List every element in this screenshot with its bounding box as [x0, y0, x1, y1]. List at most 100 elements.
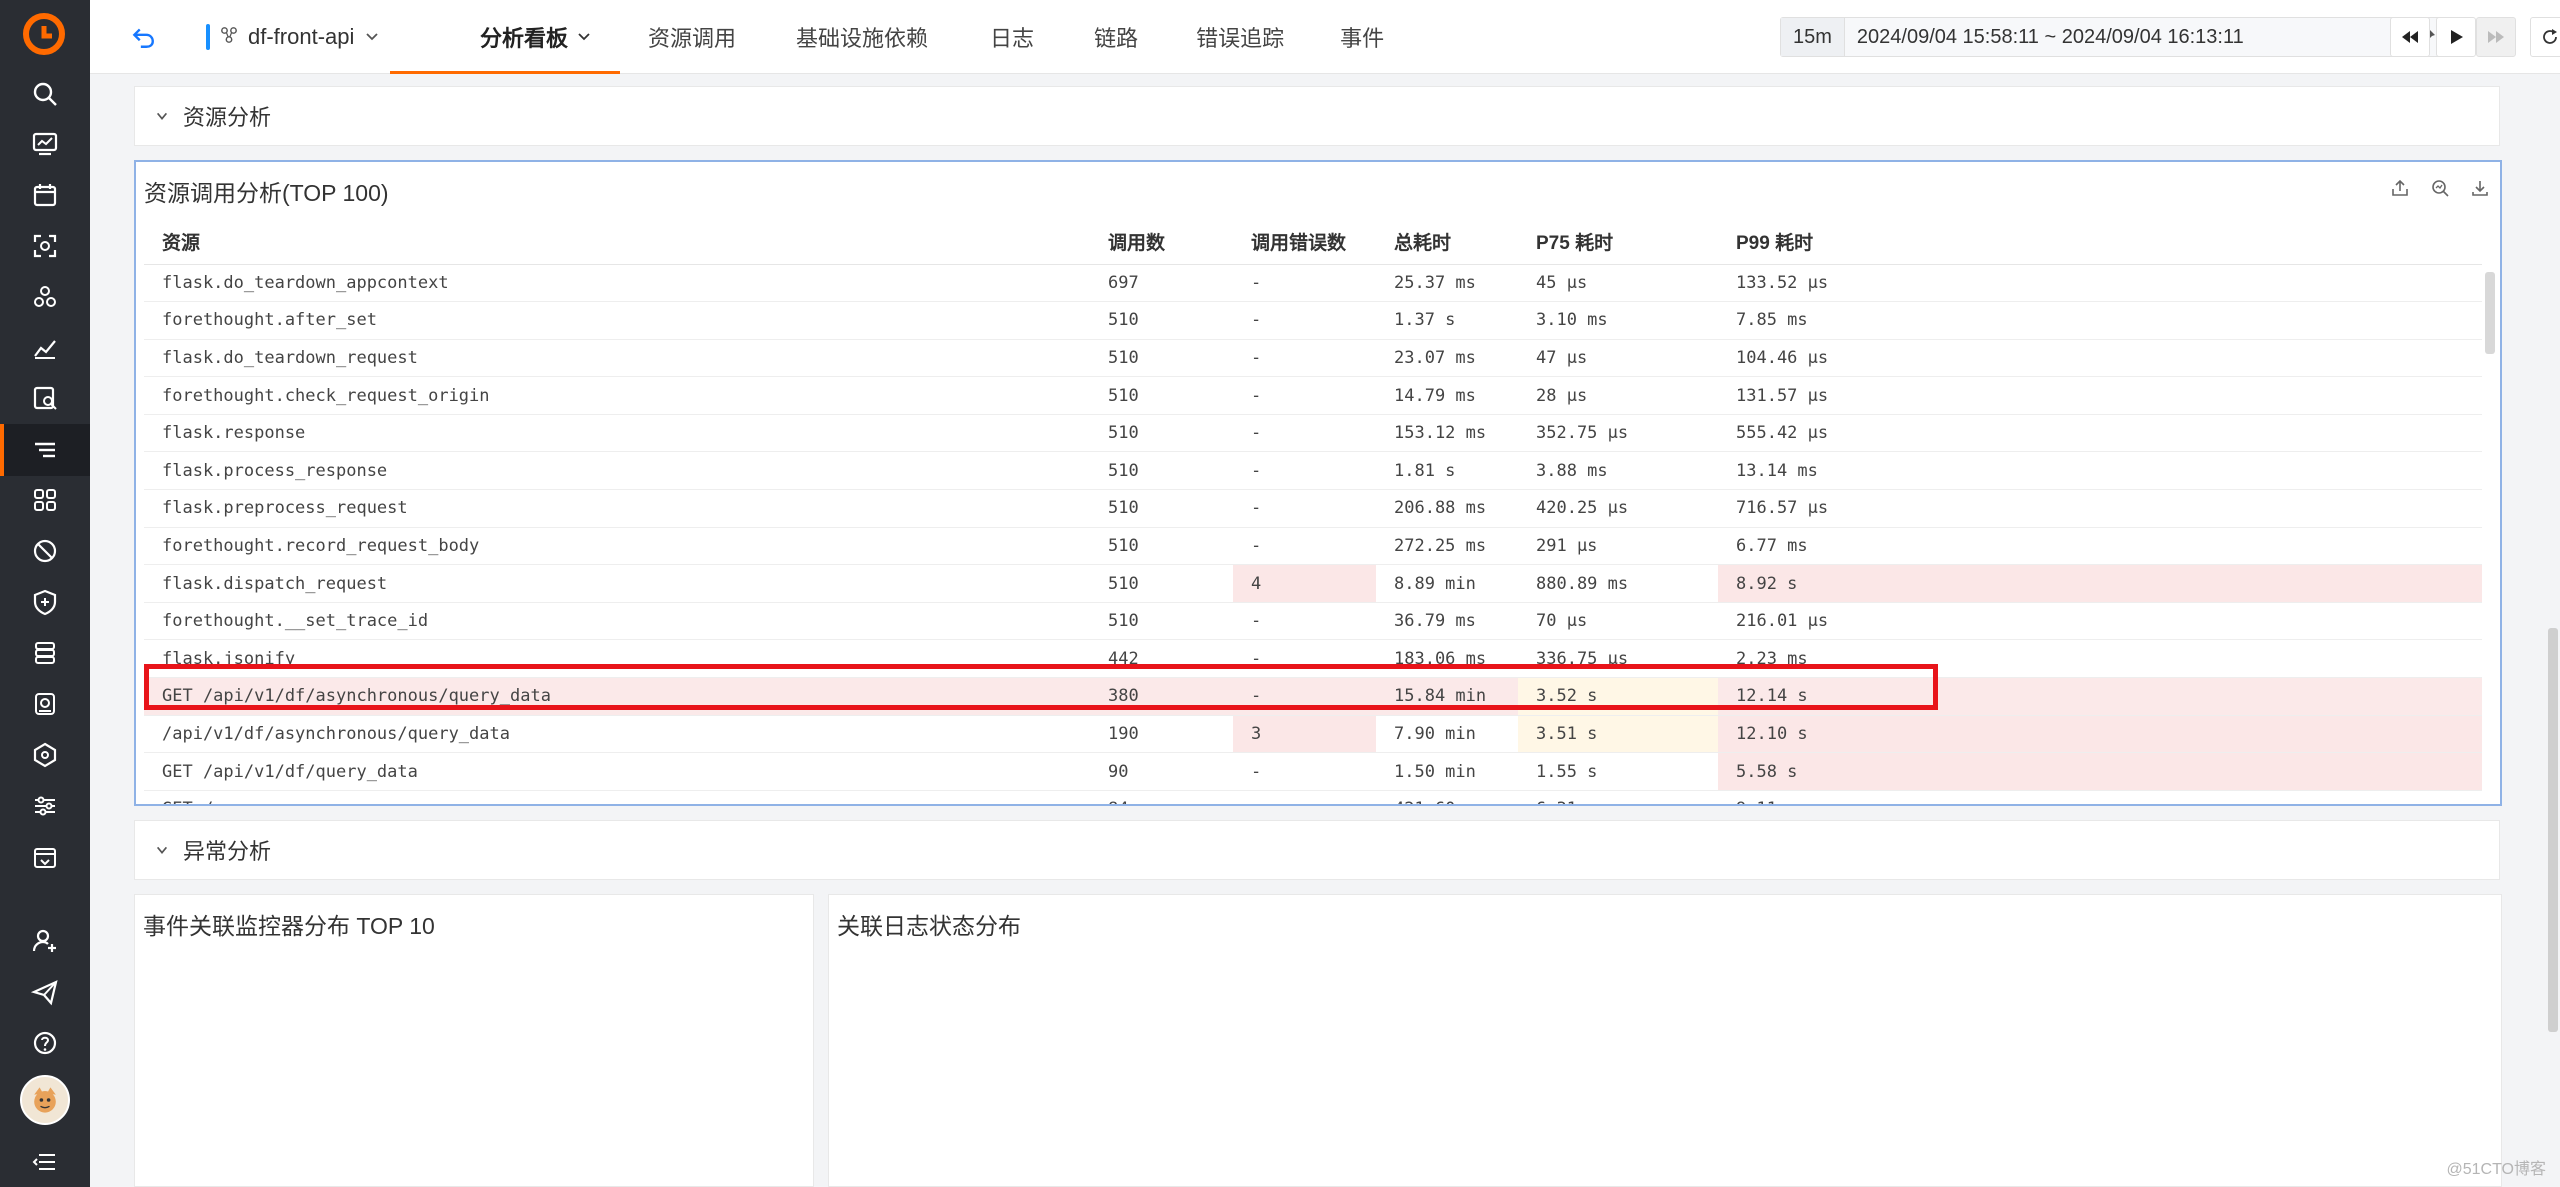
hexagon-icon[interactable] [25, 735, 65, 775]
cell-p75: 336.75 μs [1518, 639, 1718, 679]
calendar-icon[interactable] [25, 175, 65, 215]
column-header-resource[interactable]: 资源 [144, 220, 1090, 265]
tab-analysis-dashboard[interactable]: 分析看板 [390, 0, 621, 74]
tab-traces[interactable]: 链路 [1064, 0, 1168, 74]
cell-total: 153.12 ms [1376, 414, 1518, 453]
settings-sliders-icon[interactable] [25, 786, 65, 826]
cell-p75: 1.55 s [1518, 752, 1718, 791]
tab-logs[interactable]: 日志 [960, 0, 1064, 74]
table-row[interactable]: flask.jsonify 442-183.06 ms 336.75 μs 2.23 … [144, 639, 2482, 679]
column-header-total-duration[interactable]: 总耗时 [1376, 220, 1518, 265]
time-quick-tag[interactable]: 15m [1781, 18, 1845, 56]
send-icon[interactable] [25, 972, 65, 1012]
tab-label: 链路 [1094, 26, 1139, 51]
table-row[interactable]: forethought.__set_trace_id 510-36.79 ms 70… [144, 602, 2482, 641]
apm-icon[interactable] [25, 430, 65, 470]
database-icon[interactable] [25, 633, 65, 673]
play-button[interactable] [2436, 17, 2476, 57]
cell-p99: 133.52 μs [1718, 264, 2482, 303]
infra-icon[interactable] [25, 277, 65, 317]
table-row[interactable]: flask.process_response 510-1.81 s 3.88 ms 1… [144, 451, 2482, 491]
cell-resource: forethought.check_request_origin [144, 376, 1090, 415]
security-icon[interactable] [25, 531, 65, 571]
cell-p75: 45 μs [1518, 264, 1718, 303]
table-row[interactable]: forethought.check_request_origin 510-14.7… [144, 376, 2482, 415]
event-monitor-distribution-panel: 事件关联监控器分布 TOP 10 [134, 894, 814, 1187]
section-title: 异常分析 [183, 839, 272, 864]
resource-table: 资源 调用数 调用错误数 总耗时 P75 耗时 P99 耗时 flask.do_… [144, 220, 2482, 804]
cell-p99: 7.85 ms [1718, 301, 2482, 340]
table-row[interactable]: GET /84-421.60 ms6.31 ms9.11 ms [144, 790, 2482, 804]
cell-errors: - [1233, 414, 1376, 453]
log-status-distribution-panel: 关联日志状态分布 [828, 894, 2502, 1187]
cell-errors: - [1233, 602, 1376, 641]
user-add-icon[interactable] [25, 921, 65, 961]
column-header-calls[interactable]: 调用数 [1090, 220, 1233, 265]
cell-errors: - [1233, 339, 1376, 378]
table-row[interactable]: forethought.after_set 510-1.37 s 3.10 ms 7.… [144, 301, 2482, 340]
cell-p99: 555.42 μs [1718, 414, 2482, 453]
tab-resource-calls[interactable]: 资源调用 [620, 0, 764, 74]
monitor-icon[interactable] [25, 684, 65, 724]
table-row[interactable]: flask.do_teardown_request 510-23.07 ms 47 … [144, 339, 2482, 378]
cell-p99: 5.58 s [1718, 752, 2482, 791]
avatar[interactable] [20, 1075, 70, 1125]
table-row[interactable]: GET /api/v1/df/query_data 90-1.50 min 1.55… [144, 752, 2482, 791]
time-range-picker[interactable]: 15m 2024/09/04 15:58:11 ~ 2024/09/04 16:… [1780, 17, 2448, 57]
scan-icon[interactable] [25, 226, 65, 266]
search-icon[interactable] [25, 74, 65, 114]
metrics-icon[interactable] [25, 328, 65, 368]
cell-p75: 3.10 ms [1518, 301, 1718, 340]
cell-resource: flask.do_teardown_request [144, 339, 1090, 378]
menu-collapse-icon[interactable] [25, 1142, 65, 1182]
table-row[interactable]: flask.do_teardown_appcontext 697-25.37 ms… [144, 264, 2482, 303]
chevron-down-icon [576, 24, 592, 50]
cell-errors: 4 [1233, 564, 1376, 603]
page-scrollbar[interactable] [2548, 628, 2558, 1032]
tab-infra-dependency[interactable]: 基础设施依赖 [764, 0, 960, 74]
cell-total: 421.60 ms [1376, 790, 1518, 804]
apps-icon[interactable] [25, 480, 65, 520]
section-anomaly-analysis[interactable]: 异常分析 [134, 820, 2500, 880]
cell-total: 206.88 ms [1376, 489, 1518, 528]
column-header-errors[interactable]: 调用错误数 [1233, 220, 1376, 265]
table-row-highlighted[interactable]: GET /api/v1/df/asynchronous/query_data 38… [144, 677, 2482, 716]
column-header-p75[interactable]: P75 耗时 [1518, 220, 1718, 265]
panel-title: 事件关联监控器分布 TOP 10 [143, 913, 435, 939]
column-header-p99[interactable]: P99 耗时 [1718, 220, 2482, 265]
table-row[interactable]: flask.dispatch_request 510 4 8.89 min 880.89… [144, 564, 2482, 603]
cell-total: 272.25 ms [1376, 527, 1518, 566]
service-selector[interactable]: df-front-api [206, 18, 380, 56]
shield-icon[interactable] [25, 582, 65, 622]
help-icon[interactable] [25, 1023, 65, 1063]
dashboard-icon[interactable] [25, 124, 65, 164]
tab-events[interactable]: 事件 [1312, 0, 1412, 74]
time-range-text[interactable]: 2024/09/04 15:58:11 ~ 2024/09/04 16:13:1… [1845, 26, 2256, 49]
log-search-icon[interactable] [25, 378, 65, 418]
cell-p75: 3.51 s [1518, 715, 1718, 754]
export-icon[interactable] [25, 837, 65, 877]
cell-calls: 510 [1090, 376, 1233, 415]
section-resource-analysis[interactable]: 资源分析 [134, 86, 2500, 146]
table-scrollbar-thumb[interactable] [2485, 272, 2495, 354]
cell-p99: 216.01 μs [1718, 602, 2482, 641]
table-row[interactable]: flask.preprocess_request 510-206.88 ms 420… [144, 489, 2482, 528]
main-tabs: 分析看板 资源调用 基础设施依赖 日志 链路 错误追踪 事件 [390, 0, 1412, 74]
chevron-down-icon [156, 846, 168, 854]
table-row[interactable]: flask.response 510-153.12 ms 352.75 μs 555.… [144, 414, 2482, 453]
service-name: df-front-api [248, 24, 355, 49]
cell-p99: 12.10 s [1718, 715, 2482, 754]
cell-calls: 510 [1090, 602, 1233, 641]
refresh-button[interactable] [2530, 17, 2560, 57]
fast-forward-button[interactable] [2476, 17, 2516, 57]
table-row[interactable]: /api/v1/df/asynchronous/query_data 190 3 7.… [144, 715, 2482, 754]
section-title: 资源分析 [183, 105, 272, 130]
rewind-button[interactable] [2390, 17, 2430, 57]
table-row[interactable]: forethought.record_request_body 510-272.2… [144, 527, 2482, 566]
table-header-row: 资源 调用数 调用错误数 总耗时 P75 耗时 P99 耗时 [144, 220, 2482, 265]
back-icon[interactable] [128, 22, 158, 52]
cell-errors: - [1233, 527, 1376, 566]
tab-error-tracking[interactable]: 错误追踪 [1168, 0, 1312, 74]
logo-icon[interactable] [22, 12, 66, 56]
cell-p75: 28 μs [1518, 376, 1718, 415]
